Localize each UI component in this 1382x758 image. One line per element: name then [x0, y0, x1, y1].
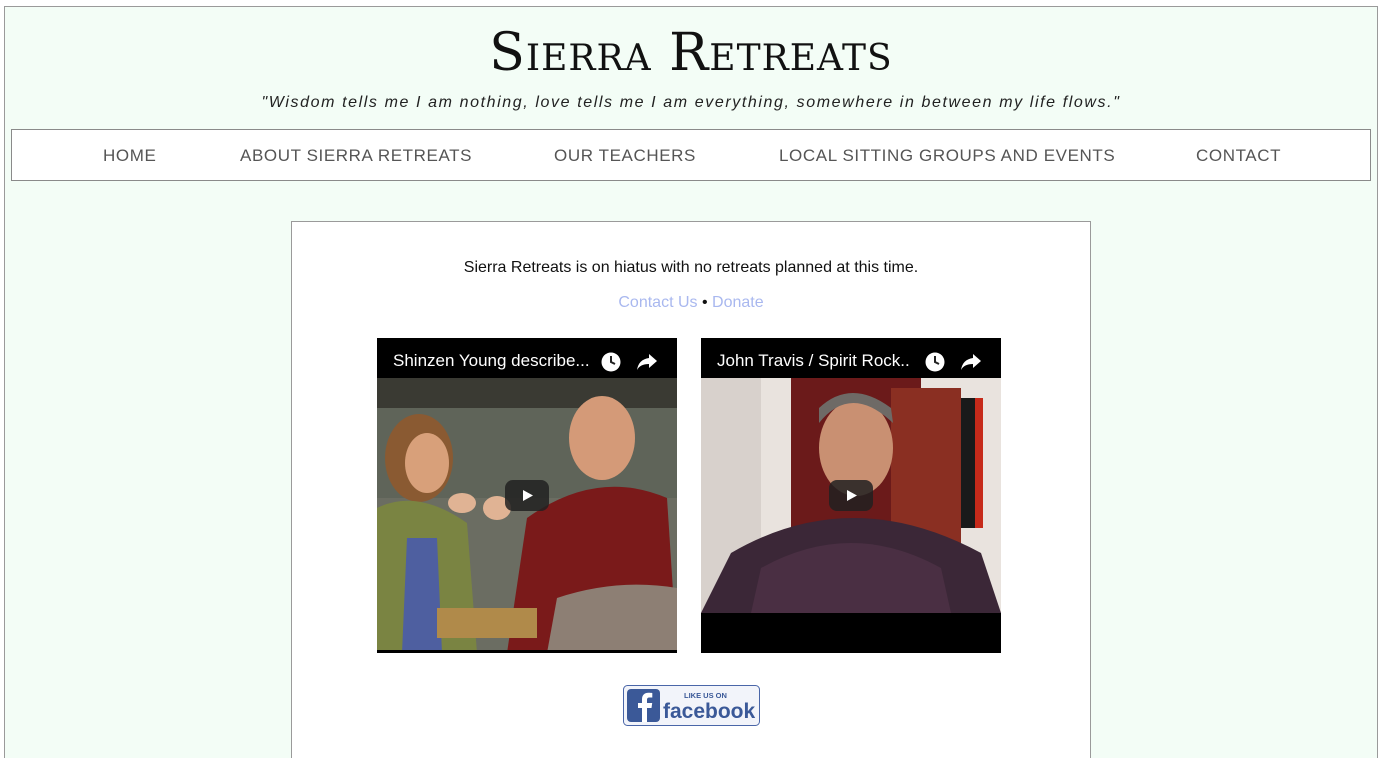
nav-item-contact[interactable]: CONTACT — [1196, 146, 1281, 166]
facebook-like-button[interactable]: LIKE US ON facebook — [623, 685, 760, 726]
content-panel: Sierra Retreats is on hiatus with no ret… — [291, 221, 1091, 758]
facebook-brand-text: facebook — [663, 700, 756, 723]
donate-link[interactable]: Donate — [712, 294, 764, 311]
play-icon[interactable] — [505, 480, 549, 511]
nav-item-teachers[interactable]: OUR TEACHERS — [554, 146, 696, 166]
contact-us-link[interactable]: Contact Us — [618, 294, 697, 311]
video-player-john-travis[interactable]: John Travis / Spirit Rock.. — [701, 338, 1001, 653]
facebook-small-text: LIKE US ON — [684, 691, 727, 700]
nav-item-sitting-groups[interactable]: LOCAL SITTING GROUPS AND EVENTS — [779, 146, 1115, 166]
clock-icon[interactable] — [601, 352, 621, 372]
site-title[interactable]: Sierra Retreats — [0, 22, 1382, 84]
action-links: Contact Us • Donate — [292, 294, 1090, 312]
link-separator: • — [701, 294, 708, 311]
share-icon[interactable] — [636, 352, 658, 372]
site-tagline: "Wisdom tells me I am nothing, love tell… — [261, 94, 1121, 111]
video-title[interactable]: Shinzen Young describe... — [393, 351, 598, 371]
video-player-shinzen[interactable]: Shinzen Young describe... — [377, 338, 677, 653]
nav-item-home[interactable]: HOME — [103, 146, 156, 166]
hiatus-notice: Sierra Retreats is on hiatus with no ret… — [463, 259, 919, 276]
clock-icon[interactable] — [925, 352, 945, 372]
site-title-text: Sierra Retreats — [489, 23, 893, 83]
facebook-logo-icon: LIKE US ON facebook — [623, 685, 760, 726]
nav-item-about[interactable]: ABOUT SIERRA RETREATS — [240, 146, 472, 166]
share-icon[interactable] — [960, 352, 982, 372]
video-title[interactable]: John Travis / Spirit Rock.. — [717, 351, 922, 371]
main-nav: HOME ABOUT SIERRA RETREATS OUR TEACHERS … — [11, 129, 1371, 181]
play-icon[interactable] — [829, 480, 873, 511]
